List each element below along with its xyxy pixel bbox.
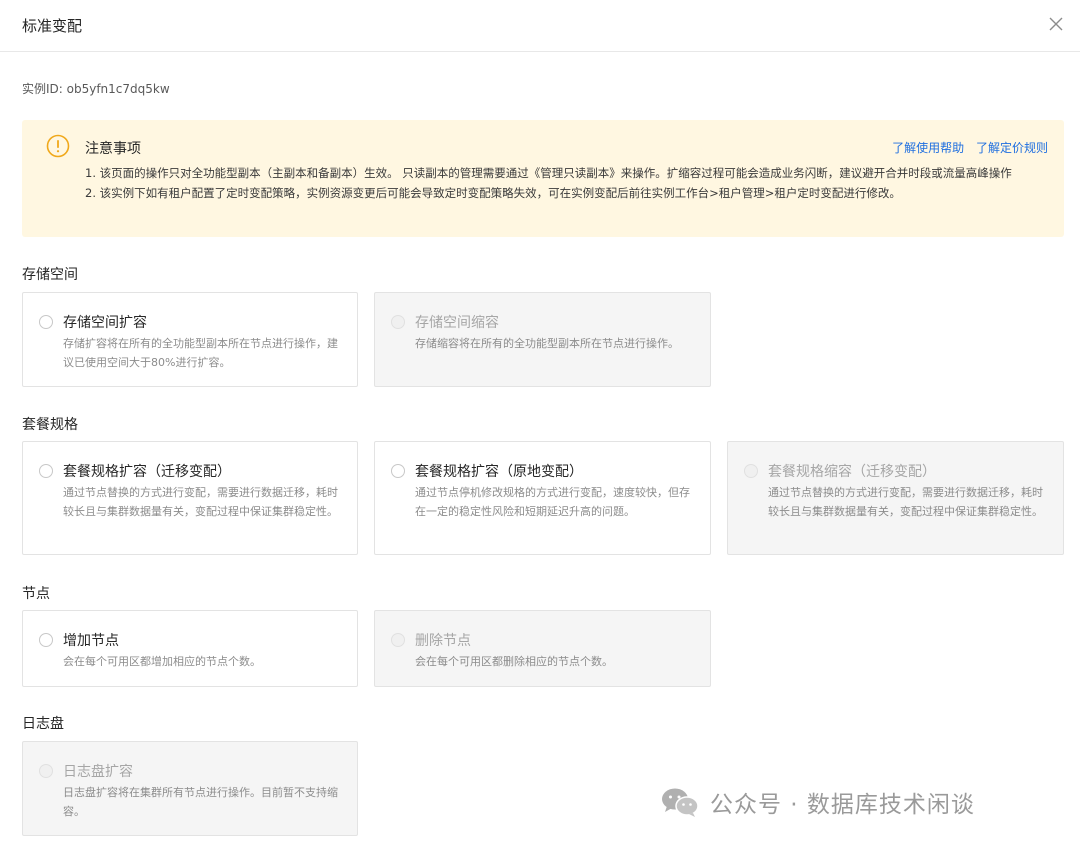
radio-button	[391, 315, 405, 329]
close-icon[interactable]	[1044, 12, 1068, 36]
option-desc: 通过节点替换的方式进行变配，需要进行数据迁移，耗时较长且与集群数据量有关，变配过…	[63, 486, 338, 518]
radio-button[interactable]	[39, 464, 53, 478]
radio-button	[391, 633, 405, 647]
radio-button[interactable]	[391, 464, 405, 478]
option-desc: 存储缩容将在所有的全功能型副本所在节点进行操作。	[415, 337, 679, 350]
option-title: 删除节点	[415, 633, 471, 649]
section-spec-title: 套餐规格	[22, 417, 78, 433]
notice-body: 1. 该页面的操作只对全功能型副本（主副本和备副本）生效。 只读副本的管理需要通…	[85, 163, 1051, 203]
option-title: 套餐规格扩容（原地变配）	[415, 464, 583, 480]
spec-expand-migrate-option[interactable]: 套餐规格扩容（迁移变配） 通过节点替换的方式进行变配，需要进行数据迁移，耗时较长…	[22, 441, 358, 555]
radio-button[interactable]	[39, 315, 53, 329]
radio-button	[39, 764, 53, 778]
log-expand-option: 日志盘扩容 日志盘扩容将在集群所有节点进行操作。目前暂不支持缩容。	[22, 741, 358, 836]
section-node-title: 节点	[22, 586, 50, 602]
notice-line-2: 2. 该实例下如有租户配置了定时变配策略，实例资源变更后可能会导致定时变配策略失…	[85, 186, 901, 200]
option-desc: 会在每个可用区都删除相应的节点个数。	[415, 655, 613, 668]
spec-shrink-migrate-option: 套餐规格缩容（迁移变配） 通过节点替换的方式进行变配，需要进行数据迁移，耗时较长…	[727, 441, 1064, 555]
storage-expand-option[interactable]: 存储空间扩容 存储扩容将在所有的全功能型副本所在节点进行操作，建议已使用空间大于…	[22, 292, 358, 387]
option-desc: 会在每个可用区都增加相应的节点个数。	[63, 655, 261, 668]
storage-shrink-option: 存储空间缩容 存储缩容将在所有的全功能型副本所在节点进行操作。	[374, 292, 711, 387]
radio-button[interactable]	[39, 633, 53, 647]
node-remove-option: 删除节点 会在每个可用区都删除相应的节点个数。	[374, 610, 711, 687]
option-title: 存储空间扩容	[63, 315, 147, 331]
notice-links: 了解使用帮助 了解定价规则	[884, 139, 1048, 156]
option-desc: 通过节点替换的方式进行变配，需要进行数据迁移，耗时较长且与集群数据量有关，变配过…	[768, 486, 1043, 518]
node-add-option[interactable]: 增加节点 会在每个可用区都增加相应的节点个数。	[22, 610, 358, 687]
option-title: 套餐规格缩容（迁移变配）	[768, 464, 936, 480]
help-link[interactable]: 了解使用帮助	[892, 141, 964, 155]
pricing-link[interactable]: 了解定价规则	[976, 141, 1048, 155]
dialog-header: 标准变配	[0, 0, 1080, 52]
watermark-text: 公众号 · 数据库技术闲谈	[710, 792, 975, 818]
notice-title: 注意事项	[85, 141, 141, 157]
option-desc: 通过节点停机修改规格的方式进行变配，速度较快，但存在一定的稳定性风险和短期延迟升…	[415, 486, 690, 518]
section-storage-title: 存储空间	[22, 267, 78, 283]
spec-expand-inplace-option[interactable]: 套餐规格扩容（原地变配） 通过节点停机修改规格的方式进行变配，速度较快，但存在一…	[374, 441, 711, 555]
radio-button	[744, 464, 758, 478]
watermark: 公众号 · 数据库技术闲谈	[660, 786, 975, 818]
option-title: 日志盘扩容	[63, 764, 133, 780]
option-title: 存储空间缩容	[415, 315, 499, 331]
option-title: 套餐规格扩容（迁移变配）	[63, 464, 231, 480]
option-title: 增加节点	[63, 633, 119, 649]
section-log-title: 日志盘	[22, 716, 64, 732]
option-desc: 存储扩容将在所有的全功能型副本所在节点进行操作，建议已使用空间大于80%进行扩容…	[63, 337, 338, 369]
option-desc: 日志盘扩容将在集群所有节点进行操作。目前暂不支持缩容。	[63, 786, 338, 818]
warning-icon	[46, 134, 70, 158]
notice-line-1: 1. 该页面的操作只对全功能型副本（主副本和备副本）生效。 只读副本的管理需要通…	[85, 166, 1012, 180]
dialog-title: 标准变配	[22, 17, 83, 35]
notice-panel: 注意事项 了解使用帮助 了解定价规则 1. 该页面的操作只对全功能型副本（主副本…	[22, 120, 1064, 237]
instance-id: 实例ID: ob5yfn1c7dq5kw	[22, 82, 170, 96]
wechat-icon	[662, 788, 699, 817]
